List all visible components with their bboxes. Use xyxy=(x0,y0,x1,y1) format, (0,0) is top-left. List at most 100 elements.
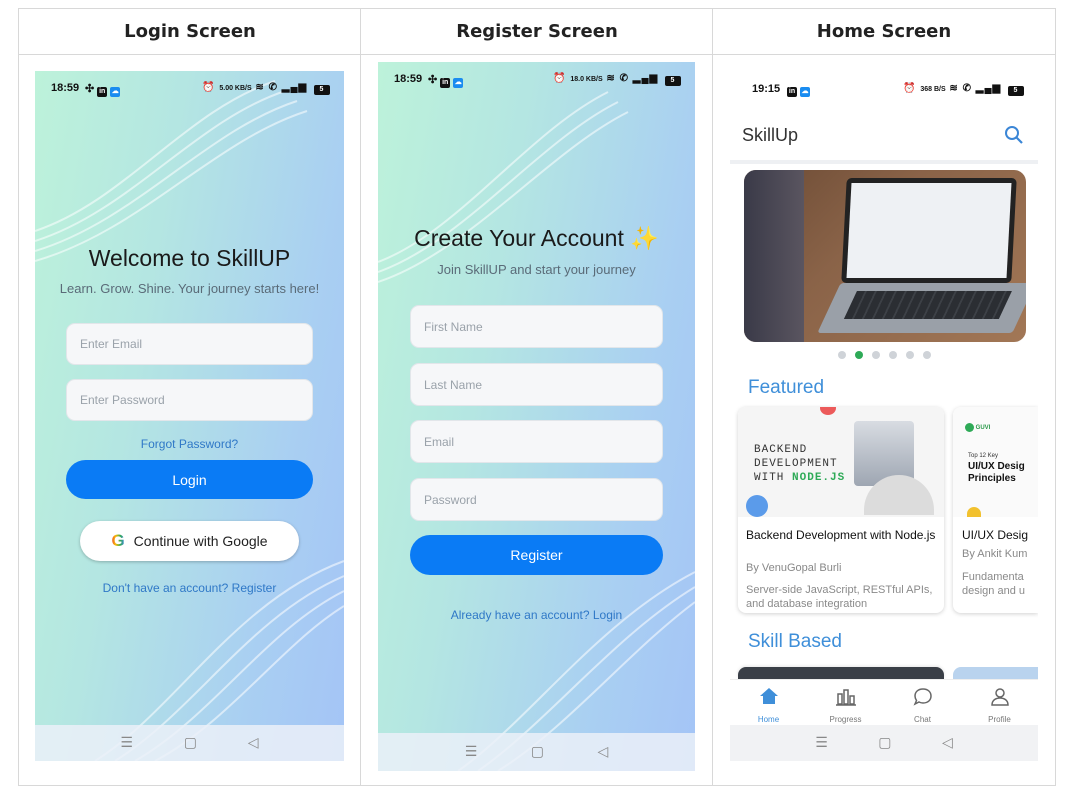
carousel-dots xyxy=(730,351,1038,359)
chat-bubble-icon xyxy=(913,688,932,706)
battery-icon: 5 xyxy=(314,85,330,95)
tab-label: Home xyxy=(757,715,780,724)
password-input[interactable]: Enter Password xyxy=(66,379,313,421)
status-icons-right: ⏰ 368 B/S ≋ ✆ ▂▄▆ 5 xyxy=(903,83,1024,96)
status-time: 18:59 xyxy=(51,82,80,94)
menu-icon[interactable]: ☰ xyxy=(465,744,478,760)
laptop-keyboard xyxy=(817,283,1026,333)
google-button-label: Continue with Google xyxy=(133,533,268,549)
network-speed: 368 B/S xyxy=(920,86,946,93)
register-link[interactable]: Don't have an account? Register xyxy=(35,581,344,595)
tab-profile[interactable]: Profile xyxy=(961,680,1038,725)
login-button[interactable]: Login xyxy=(66,460,313,499)
menu-icon[interactable]: ☰ xyxy=(815,735,828,751)
skill-card-peek[interactable] xyxy=(953,667,1038,679)
login-link[interactable]: Already have an account? Login xyxy=(378,608,695,622)
linkedin-icon: in xyxy=(787,87,797,97)
column-header-register: Register Screen xyxy=(361,9,713,55)
course-banner: GUVI Top 12 Key UI/UX Desig Principles xyxy=(953,407,1038,517)
password-input[interactable]: Password xyxy=(410,478,663,521)
carousel-dot[interactable] xyxy=(871,351,880,359)
bottom-tab-bar: Home Progress Chat Profile xyxy=(730,679,1038,725)
linkedin-icon: in xyxy=(440,78,451,88)
welcome-subtitle: Learn. Grow. Shine. Your journey starts … xyxy=(59,281,320,296)
course-card[interactable]: GUVI Top 12 Key UI/UX Desig Principles U… xyxy=(953,407,1038,613)
tab-label: Chat xyxy=(914,715,931,724)
tab-progress[interactable]: Progress xyxy=(807,680,884,725)
person-shape xyxy=(744,170,804,342)
laptop-screen xyxy=(841,178,1017,283)
carousel-dot[interactable] xyxy=(854,351,863,359)
home-square-icon[interactable]: ▢ xyxy=(184,735,197,751)
header-divider xyxy=(730,160,1038,164)
home-icon xyxy=(759,688,778,704)
status-bar: 18:59 ✣ in ☁ ⏰ 5.00 KB/S ≋ ✆ ▂▄▆ 5 xyxy=(35,81,344,97)
status-bar: 19:15 in ☁ ⏰ 368 B/S ≋ ✆ ▂▄▆ 5 xyxy=(730,82,1038,98)
back-icon[interactable]: ◁ xyxy=(248,735,259,751)
skill-based-heading: Skill Based xyxy=(748,631,842,652)
first-name-input[interactable]: First Name xyxy=(410,305,663,348)
register-button[interactable]: Register xyxy=(410,535,663,575)
column-header-home: Home Screen xyxy=(713,9,1055,55)
status-icons-right: ⏰ 5.00 KB/S ≋ ✆ ▂▄▆ 5 xyxy=(202,82,330,95)
carousel-dot[interactable] xyxy=(888,351,897,359)
status-bar: 18:59 ✣ in ☁ ⏰ 18.0 KB/S ≋ ✆ ▂▄▆ 5 xyxy=(378,72,695,88)
home-square-icon[interactable]: ▢ xyxy=(531,744,544,760)
banner-title: UI/UX Desig Principles xyxy=(968,461,1025,484)
login-phone: 18:59 ✣ in ☁ ⏰ 5.00 KB/S ≋ ✆ ▂▄▆ 5 Welcome… xyxy=(35,71,344,761)
cloud-icon: ☁ xyxy=(453,78,464,88)
home-square-icon[interactable]: ▢ xyxy=(878,735,891,751)
welcome-title: Welcome to SkillUP xyxy=(88,245,291,271)
carousel-banner-image[interactable] xyxy=(744,170,1026,342)
course-description: Server-side JavaScript, RESTful APIs, an… xyxy=(746,584,933,610)
course-description: Fundamenta design and u xyxy=(962,571,1025,597)
user-icon xyxy=(990,688,1009,706)
carousel-dot[interactable] xyxy=(922,351,931,359)
email-input[interactable]: Enter Email xyxy=(66,323,313,365)
course-banner: BACKEND DEVELOPMENT WITH NODE.JS xyxy=(738,407,944,517)
forgot-password-link[interactable]: Forgot Password? xyxy=(35,437,344,451)
course-title: UI/UX Desig xyxy=(962,528,1029,542)
tab-home[interactable]: Home xyxy=(730,680,807,725)
carousel-dot[interactable] xyxy=(905,351,914,359)
guvi-logo-icon xyxy=(965,423,974,432)
menu-icon[interactable]: ☰ xyxy=(120,735,133,751)
course-author: By VenuGopal Burli xyxy=(746,562,842,574)
banner-line: DEVELOPMENT xyxy=(754,458,838,470)
cloud-icon: ☁ xyxy=(110,87,121,97)
create-account-subtitle: Join SkillUP and start your journey xyxy=(437,262,636,277)
bar-chart-icon xyxy=(835,689,856,706)
column-divider xyxy=(712,9,713,785)
network-speed: 5.00 KB/S xyxy=(219,85,252,92)
course-card[interactable]: BACKEND DEVELOPMENT WITH NODE.JS Backend… xyxy=(738,407,944,613)
last-name-input[interactable]: Last Name xyxy=(410,363,663,406)
battery-icon: 5 xyxy=(1008,86,1024,96)
tab-chat[interactable]: Chat xyxy=(884,680,961,725)
system-nav-bar: ☰ ▢ ◁ xyxy=(35,725,344,761)
carousel-dot[interactable] xyxy=(837,351,846,359)
status-icons-right: ⏰ 18.0 KB/S ≋ ✆ ▂▄▆ 5 xyxy=(553,73,681,86)
search-icon[interactable] xyxy=(1004,125,1024,145)
back-icon[interactable]: ◁ xyxy=(597,744,608,760)
column-divider xyxy=(360,9,361,785)
back-icon[interactable]: ◁ xyxy=(942,735,953,751)
status-time: 19:15 xyxy=(752,83,781,95)
status-time: 18:59 xyxy=(394,73,423,85)
google-icon: G xyxy=(111,531,125,550)
skill-card-peek[interactable] xyxy=(738,667,944,679)
create-account-title: Create Your Account ✨ xyxy=(414,225,659,251)
featured-heading: Featured xyxy=(748,377,825,398)
banner-small-text: Top 12 Key xyxy=(968,453,999,459)
tab-label: Progress xyxy=(829,715,862,724)
google-signin-button[interactable]: G Continue with Google xyxy=(80,521,299,561)
system-nav-bar: ☰ ▢ ◁ xyxy=(730,725,1038,761)
home-phone: 19:15 in ☁ ⏰ 368 B/S ≋ ✆ ▂▄▆ 5 SkillUp Fe… xyxy=(730,72,1038,761)
linkedin-icon: in xyxy=(97,87,108,97)
status-icons-left: in ☁ xyxy=(784,83,810,97)
status-icons-left: ✣ in ☁ xyxy=(428,74,464,88)
banner-line: WITH NODE.JS xyxy=(754,472,846,484)
course-title: Backend Development with Node.js xyxy=(746,528,936,542)
email-input[interactable]: Email xyxy=(410,420,663,463)
app-title: SkillUp xyxy=(742,125,799,145)
guvi-badge: GUVI xyxy=(975,425,991,432)
